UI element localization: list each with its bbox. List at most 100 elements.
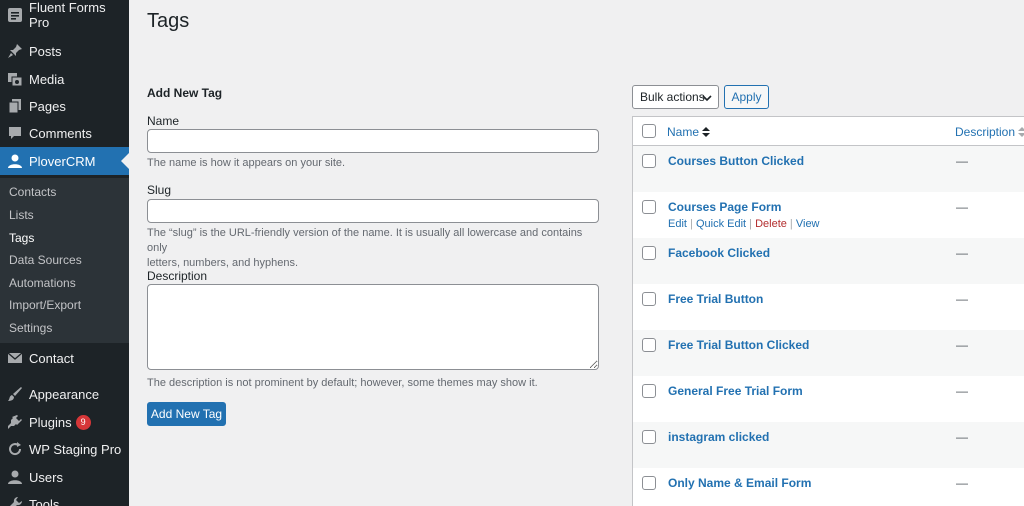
tag-description: — [956, 154, 968, 168]
row-checkbox[interactable] [642, 476, 656, 490]
table-row: Free Trial Button Clicked — [633, 330, 1024, 376]
table-row: Facebook Clicked — [633, 238, 1024, 284]
menu-item-tools[interactable]: Tools [0, 490, 129, 506]
column-name-label: Name [667, 125, 700, 139]
menu-label: Posts [29, 43, 62, 59]
sort-icon [1018, 127, 1024, 137]
media-icon [7, 71, 23, 87]
menu-label: WP Staging Pro [29, 441, 122, 457]
tag-description: — [956, 338, 968, 352]
apply-button[interactable]: Apply [724, 85, 769, 109]
tag-description: — [956, 476, 968, 490]
menu-item-pages[interactable]: Pages [0, 92, 129, 120]
submenu-item-tags[interactable]: Tags [9, 231, 34, 245]
row-checkbox[interactable] [642, 292, 656, 306]
tag-slug-input[interactable] [147, 199, 599, 223]
column-description-label: Description [955, 125, 1016, 139]
tag-description: — [956, 430, 968, 444]
row-checkbox[interactable] [642, 338, 656, 352]
column-header-description[interactable]: Description [955, 125, 1024, 139]
comment-icon [7, 125, 23, 141]
pin-icon [7, 43, 23, 59]
row-checkbox[interactable] [642, 154, 656, 168]
tags-table: Name Description Courses Button Clicked … [632, 116, 1024, 506]
tag-description: — [956, 246, 968, 260]
mail-icon [7, 350, 23, 366]
slug-help-line-1: The “slug” is the URL-friendly version o… [147, 227, 583, 254]
table-row: Courses Button Clicked — [633, 146, 1024, 192]
menu-label: Tools [29, 496, 60, 506]
tag-name-link[interactable]: Only Name & Email Form [668, 476, 811, 490]
select-all-checkbox[interactable] [642, 124, 656, 138]
tag-description: — [956, 200, 968, 214]
menu-item-media[interactable]: Media [0, 65, 129, 93]
menu-label: Media [29, 71, 65, 87]
tag-name-link[interactable]: Facebook Clicked [668, 246, 770, 260]
bulk-actions-select[interactable]: Bulk actions [632, 85, 719, 109]
row-checkbox[interactable] [642, 384, 656, 398]
view-link[interactable]: View [796, 218, 820, 230]
tag-description-textarea[interactable] [147, 284, 599, 370]
menu-label: Contact [29, 350, 74, 366]
delete-link[interactable]: Delete [755, 218, 787, 230]
submenu-item-import-export[interactable]: Import/Export [9, 298, 81, 312]
submenu-item-automations[interactable]: Automations [9, 276, 76, 290]
table-row: General Free Trial Form — [633, 376, 1024, 422]
row-checkbox[interactable] [642, 246, 656, 260]
menu-item-users[interactable]: Users [0, 463, 129, 491]
menu-label: Comments [29, 125, 92, 141]
users-icon [7, 469, 23, 485]
menu-item-fluent-forms[interactable]: Fluent Forms Pro [0, 0, 129, 30]
add-tag-heading: Add New Tag [147, 86, 223, 100]
add-new-tag-button[interactable]: Add New Tag [147, 402, 226, 426]
table-row: Only Name & Email Form — [633, 468, 1024, 506]
menu-label: Fluent Forms Pro [29, 0, 106, 30]
forms-icon [7, 7, 23, 23]
description-help-text: The description is not prominent by defa… [147, 377, 538, 389]
tag-name-link[interactable]: Courses Page Form [668, 200, 781, 214]
menu-item-comments[interactable]: Comments [0, 119, 129, 147]
bulk-actions-value: Bulk actions [640, 90, 705, 104]
tag-name-link[interactable]: Free Trial Button Clicked [668, 338, 809, 352]
plugin-icon [7, 414, 23, 430]
menu-item-appearance[interactable]: Appearance [0, 380, 129, 408]
table-row: Free Trial Button — [633, 284, 1024, 330]
refresh-icon [7, 441, 23, 457]
submenu-item-settings[interactable]: Settings [9, 321, 52, 335]
menu-item-contact[interactable]: Contact [0, 344, 129, 372]
table-row: instagram clicked — [633, 422, 1024, 468]
page-title: Tags [147, 10, 190, 32]
chevron-down-icon [702, 92, 712, 106]
menu-label: Plugins [29, 414, 72, 430]
table-header: Name Description [633, 117, 1024, 146]
tag-name-link[interactable]: Courses Button Clicked [668, 154, 804, 168]
column-header-name[interactable]: Name [667, 125, 711, 139]
slug-label: Slug [147, 183, 172, 197]
tag-name-link[interactable]: Free Trial Button [668, 292, 763, 306]
table-row: Courses Page Form — Edit | Quick Edit | … [633, 192, 1024, 238]
menu-item-plovercrm[interactable]: PloverCRM [0, 147, 129, 175]
tag-description: — [956, 292, 968, 306]
name-label: Name [147, 114, 180, 128]
user-icon [7, 153, 23, 169]
menu-label: PloverCRM [29, 153, 96, 169]
tag-name-link[interactable]: instagram clicked [668, 430, 769, 444]
edit-link[interactable]: Edit [668, 218, 687, 230]
tag-name-link[interactable]: General Free Trial Form [668, 384, 803, 398]
menu-item-posts[interactable]: Posts [0, 37, 129, 65]
quick-edit-link[interactable]: Quick Edit [696, 218, 746, 230]
slug-help-text: The “slug” is the URL-friendly version o… [147, 226, 597, 271]
tag-name-input[interactable] [147, 129, 599, 153]
description-label: Description [147, 269, 208, 283]
menu-item-wp-staging-pro[interactable]: WP Staging Pro [0, 435, 129, 463]
row-checkbox[interactable] [642, 200, 656, 214]
menu-label: Pages [29, 98, 66, 114]
row-actions: Edit | Quick Edit | Delete | View [668, 218, 820, 230]
submenu-item-contacts[interactable]: Contacts [9, 185, 56, 199]
menu-item-plugins[interactable]: Plugins 9 [0, 408, 129, 436]
row-checkbox[interactable] [642, 430, 656, 444]
plugins-update-badge: 9 [75, 414, 91, 430]
submenu-item-lists[interactable]: Lists [9, 208, 34, 222]
tag-description: — [956, 384, 968, 398]
submenu-item-data-sources[interactable]: Data Sources [9, 253, 82, 267]
